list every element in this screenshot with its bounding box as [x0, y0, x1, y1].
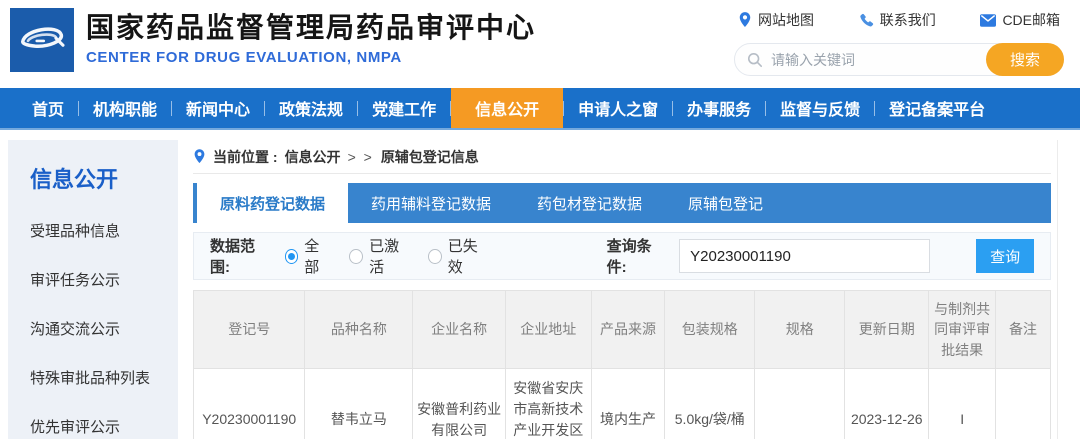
sidebar-item-priority-review[interactable]: 优先审评公示	[30, 416, 178, 437]
cell-product-source: 境内生产	[590, 367, 666, 439]
nav-item-functions[interactable]: 机构职能	[79, 88, 171, 128]
breadcrumb-prefix: 当前位置 :	[213, 148, 278, 165]
query-button[interactable]: 查询	[976, 239, 1035, 273]
main-area: 信息公开 受理品种信息 审评任务公示 沟通交流公示 特殊审批品种列表 优先审评公…	[0, 130, 1080, 439]
scope-radio-group: 全部 已激活 已失效	[284, 235, 489, 277]
site-search-bar: 搜索	[734, 43, 1064, 76]
nav-item-applicant-window[interactable]: 申请人之窗	[564, 88, 672, 128]
radio-all[interactable]: 全部	[284, 235, 332, 277]
dataset-tabs: 原料药登记数据 药用辅料登记数据 药包材登记数据 原辅包登记	[193, 183, 1051, 223]
nav-item-home[interactable]: 首页	[18, 88, 78, 128]
breadcrumb-section[interactable]: 信息公开	[285, 147, 341, 167]
table-header-row: 登记号 品种名称 企业名称 企业地址 产品来源 包装规格 规格 更新日期 与制剂…	[192, 290, 1051, 369]
registration-table: 登记号 品种名称 企业名称 企业地址 产品来源 包装规格 规格 更新日期 与制剂…	[192, 290, 1051, 439]
cell-package-spec: 5.0kg/袋/桶	[664, 367, 756, 439]
sidebar-item-review-tasks[interactable]: 审评任务公示	[30, 269, 178, 290]
table-row: Y20230001190 替韦立马 安徽普利药业有限公司 安徽省安庆市高新技术产…	[192, 367, 1051, 439]
sitemap-link-label: 网站地图	[758, 12, 814, 28]
col-product-source: 产品来源	[590, 290, 666, 369]
col-variety-name: 品种名称	[304, 290, 414, 369]
main-nav: 首页 机构职能 新闻中心 政策法规 党建工作 信息公开 申请人之窗 办事服务 监…	[0, 88, 1080, 130]
site-title-cn: 国家药品监督管理局药品审评中心	[86, 12, 537, 43]
col-joint-review-result: 与制剂共同审评审批结果	[928, 290, 997, 369]
breadcrumb-separator: > >	[347, 148, 374, 165]
col-remark: 备注	[995, 290, 1051, 369]
content-area: 当前位置 : 信息公开 > > 原辅包登记信息 原料药登记数据 药用辅料登记数据…	[192, 140, 1058, 439]
cell-update-date: 2023-12-26	[844, 367, 930, 439]
nav-item-info-disclosure[interactable]: 信息公开	[451, 88, 564, 128]
nav-item-services[interactable]: 办事服务	[673, 88, 765, 128]
radio-activated[interactable]: 已激活	[349, 235, 410, 277]
cell-company-address: 安徽省安庆市高新技术产业开发区霞虹路58号	[504, 367, 592, 439]
cell-spec	[754, 367, 846, 439]
col-update-date: 更新日期	[844, 290, 930, 369]
nav-item-registration-platform[interactable]: 登记备案平台	[875, 88, 999, 128]
site-title-block: 国家药品监督管理局药品审评中心 CENTER FOR DRUG EVALUATI…	[86, 8, 536, 66]
cell-remark	[995, 367, 1051, 439]
breadcrumb: 当前位置 : 信息公开 > > 原辅包登记信息	[193, 140, 1051, 174]
query-condition-label: 查询条件:	[606, 238, 652, 276]
radio-activated-circle[interactable]	[349, 248, 364, 264]
filter-bar: 数据范围: 全部 已激活 已失效 查询条件: 查询	[193, 232, 1051, 280]
col-package-spec: 包装规格	[664, 290, 756, 369]
site-search-button[interactable]: 搜索	[986, 43, 1064, 76]
mailbox-link-label: CDE邮箱	[1002, 12, 1060, 28]
sidebar: 信息公开 受理品种信息 审评任务公示 沟通交流公示 特殊审批品种列表 优先审评公…	[8, 140, 178, 439]
radio-expired[interactable]: 已失效	[427, 235, 489, 277]
nav-item-supervision[interactable]: 监督与反馈	[766, 88, 874, 128]
cell-registration-no: Y20230001190	[192, 367, 306, 439]
envelope-icon	[980, 13, 997, 27]
sidebar-item-special-approval[interactable]: 特殊审批品种列表	[30, 367, 178, 388]
header-right: 网站地图 联系我们 CDE邮箱 搜索	[734, 10, 1064, 76]
breadcrumb-current: 原辅包登记信息	[380, 148, 479, 165]
query-condition-input[interactable]	[679, 239, 931, 273]
scope-label: 数据范围:	[210, 238, 256, 276]
col-company-name: 企业名称	[412, 290, 506, 369]
contact-link-label: 联系我们	[879, 12, 936, 28]
mailbox-link[interactable]: CDE邮箱	[980, 10, 1060, 30]
location-pin-icon	[738, 12, 752, 28]
sidebar-title: 信息公开	[30, 167, 119, 192]
radio-expired-circle[interactable]	[427, 248, 442, 264]
cde-logo	[10, 8, 74, 72]
cell-company-name: 安徽普利药业有限公司	[412, 367, 506, 439]
phone-icon	[859, 13, 874, 28]
tab-excipient-registration[interactable]: 药用辅料登记数据	[348, 183, 514, 223]
logo-block[interactable]: 国家药品监督管理局药品审评中心 CENTER FOR DRUG EVALUATI…	[10, 8, 536, 72]
col-registration-no: 登记号	[192, 290, 306, 369]
site-title-en: CENTER FOR DRUG EVALUATION, NMPA	[86, 49, 402, 66]
sitemap-link[interactable]: 网站地图	[738, 10, 814, 30]
radio-activated-label: 已激活	[369, 238, 400, 276]
search-icon	[747, 52, 763, 68]
site-header: 国家药品监督管理局药品审评中心 CENTER FOR DRUG EVALUATI…	[0, 0, 1080, 88]
sidebar-item-accepted-varieties[interactable]: 受理品种信息	[30, 220, 178, 241]
swan-logo-icon	[14, 12, 70, 68]
col-spec: 规格	[754, 290, 846, 369]
tab-api-registration[interactable]: 原料药登记数据	[197, 183, 349, 223]
radio-all-circle[interactable]	[284, 248, 299, 264]
top-links: 网站地图 联系我们 CDE邮箱	[734, 10, 1064, 30]
col-company-address: 企业地址	[504, 290, 592, 369]
radio-expired-label: 已失效	[447, 238, 478, 276]
nav-item-policy[interactable]: 政策法规	[265, 88, 357, 128]
nav-item-news[interactable]: 新闻中心	[172, 88, 264, 128]
sidebar-item-communication[interactable]: 沟通交流公示	[30, 318, 178, 339]
breadcrumb-pin-icon	[193, 149, 206, 164]
cell-joint-review-result: I	[928, 367, 997, 439]
tab-packaging-registration[interactable]: 药包材登记数据	[514, 183, 665, 223]
radio-all-label: 全部	[304, 238, 320, 276]
tab-combined-registration[interactable]: 原辅包登记	[665, 183, 786, 223]
nav-item-party[interactable]: 党建工作	[358, 88, 450, 128]
contact-link[interactable]: 联系我们	[859, 10, 936, 30]
cell-variety-name: 替韦立马	[304, 367, 414, 439]
